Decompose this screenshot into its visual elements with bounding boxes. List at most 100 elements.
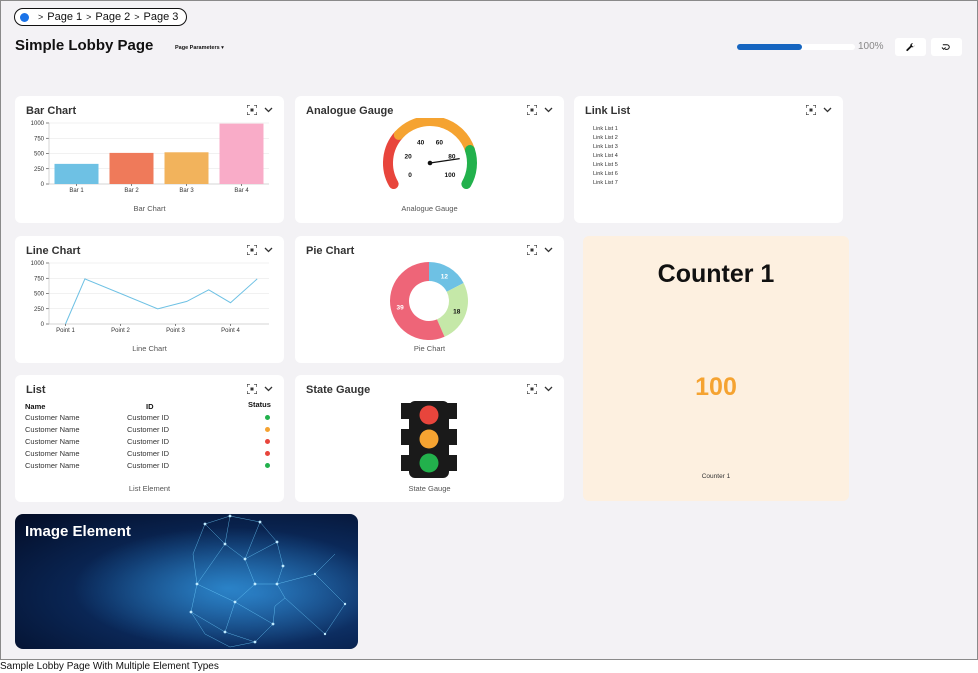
chevron-right-icon: > xyxy=(38,12,44,22)
list-header-id: ID xyxy=(146,402,154,411)
list-caption: List Element xyxy=(128,484,171,493)
pie-slice-label: 12 xyxy=(441,273,449,280)
state-gauge-card: State Gauge State Gauge xyxy=(295,375,564,502)
chevron-down-icon[interactable] xyxy=(264,247,273,253)
page-parameters-dropdown[interactable]: Page Parameters ▾ xyxy=(175,45,224,51)
pie-chart: 12 18 39 xyxy=(390,262,468,340)
link-item[interactable]: Link List 7 xyxy=(593,179,618,188)
breadcrumb: > Page 1 > Page 2 > Page 3 xyxy=(14,8,187,26)
card-controls xyxy=(247,384,273,394)
line-chart-card: Line Chart 0 250 500 750 1000 Point 1 Point 2 P… xyxy=(15,236,284,363)
bar-chart-caption: Bar Chart xyxy=(133,204,166,213)
y-tick-label: 1000 xyxy=(31,261,45,267)
status-dot xyxy=(265,415,270,420)
counter-card: Counter 1 100 Counter 1 xyxy=(583,236,849,501)
y-tick-label: 500 xyxy=(34,152,45,158)
link-item[interactable]: Link List 4 xyxy=(593,152,618,161)
list-row-name: Customer Name xyxy=(25,425,80,434)
gauge-tick-label: 0 xyxy=(408,172,412,179)
expand-icon[interactable] xyxy=(527,384,537,394)
expand-icon[interactable] xyxy=(527,105,537,115)
bar xyxy=(54,163,99,184)
y-tick-label: 750 xyxy=(34,136,45,142)
gauge-tick-label: 60 xyxy=(436,139,444,146)
expand-icon[interactable] xyxy=(806,105,816,115)
x-tick-label: Bar 2 xyxy=(124,188,139,194)
card-controls xyxy=(806,105,832,115)
bar xyxy=(219,123,264,184)
link-item[interactable]: Link List 2 xyxy=(593,134,618,143)
y-tick-label: 250 xyxy=(34,167,45,173)
status-dot xyxy=(265,451,270,456)
footer-caption: Sample Lobby Page With Multiple Element … xyxy=(0,661,219,672)
pie-slice-label: 39 xyxy=(396,305,404,312)
breadcrumb-page-3[interactable]: Page 3 xyxy=(144,11,179,23)
page-title: Simple Lobby Page xyxy=(15,37,154,54)
counter-title: Counter 1 xyxy=(657,260,775,288)
list-row-name: Customer Name xyxy=(25,413,80,422)
link-item[interactable]: Link List 6 xyxy=(593,170,618,179)
gauge-hub xyxy=(427,160,433,166)
card-title: Analogue Gauge xyxy=(306,105,394,117)
list-row-id: Customer ID xyxy=(127,425,170,434)
breadcrumb-page-2[interactable]: Page 2 xyxy=(95,11,130,23)
breadcrumb-page-1[interactable]: Page 1 xyxy=(47,11,82,23)
expand-icon[interactable] xyxy=(247,245,257,255)
list-row-name: Customer Name xyxy=(25,449,80,458)
chevron-down-icon[interactable] xyxy=(544,247,553,253)
amber-light xyxy=(419,429,439,449)
image-element: Image Element xyxy=(15,514,358,649)
bar xyxy=(164,152,209,184)
card-title: State Gauge xyxy=(306,384,371,396)
chevron-down-icon[interactable] xyxy=(823,107,832,113)
state-gauge-caption: State Gauge xyxy=(408,484,451,493)
link-list-card: Link List Link List 1 Link List 2 Link L… xyxy=(574,96,843,223)
chevron-down-icon[interactable] xyxy=(264,107,273,113)
list-card: List Name ID Status Customer Name Custom… xyxy=(15,375,284,502)
chevron-right-icon: > xyxy=(134,12,140,22)
progress-fill xyxy=(737,44,802,50)
gauge-needle xyxy=(429,158,460,164)
chevron-down-icon[interactable] xyxy=(264,386,273,392)
share-button[interactable] xyxy=(931,38,962,56)
link-list: Link List 1 Link List 2 Link List 3 Link… xyxy=(593,125,618,188)
list-header-status: Status xyxy=(248,400,271,409)
card-title: Pie Chart xyxy=(306,245,355,257)
card-controls xyxy=(247,245,273,255)
progress-bar xyxy=(737,44,855,50)
image-element-title: Image Element xyxy=(25,523,131,540)
wrench-icon xyxy=(906,42,915,51)
settings-wrench-button[interactable] xyxy=(895,38,926,56)
list-row-id: Customer ID xyxy=(127,449,170,458)
link-share-icon xyxy=(941,43,950,50)
list-header-name: Name xyxy=(25,402,46,411)
link-item[interactable]: Link List 5 xyxy=(593,161,618,170)
list-row-name: Customer Name xyxy=(25,437,80,446)
chevron-right-icon: > xyxy=(86,12,92,22)
card-controls xyxy=(527,384,553,394)
y-tick-label: 1000 xyxy=(31,121,45,127)
gauge-band xyxy=(461,145,477,189)
link-item[interactable]: Link List 1 xyxy=(593,125,618,134)
card-controls xyxy=(247,105,273,115)
card-controls xyxy=(527,105,553,115)
expand-icon[interactable] xyxy=(527,245,537,255)
red-light xyxy=(419,405,439,425)
chevron-down-icon[interactable] xyxy=(544,107,553,113)
x-tick-label: Point 4 xyxy=(221,328,240,334)
analogue-gauge-card: Analogue Gauge 0 20 40 60 80 100 Analogue Gau… xyxy=(295,96,564,223)
expand-icon[interactable] xyxy=(247,384,257,394)
pie-slice-label: 18 xyxy=(453,308,461,315)
card-controls xyxy=(527,245,553,255)
list-row-id: Customer ID xyxy=(127,461,170,470)
x-tick-label: Point 1 xyxy=(56,328,75,334)
x-tick-label: Bar 4 xyxy=(234,188,249,194)
y-tick-label: 0 xyxy=(41,322,45,328)
link-item[interactable]: Link List 3 xyxy=(593,143,618,152)
gauge-tick-label: 20 xyxy=(405,153,413,160)
expand-icon[interactable] xyxy=(247,105,257,115)
bar-chart: 0 250 500 750 1000 Bar 1 Bar 2 Bar 3 Bar 4 xyxy=(31,121,269,194)
home-dot-icon[interactable] xyxy=(20,12,29,22)
progress-label: 100% xyxy=(858,41,884,52)
chevron-down-icon[interactable] xyxy=(544,386,553,392)
